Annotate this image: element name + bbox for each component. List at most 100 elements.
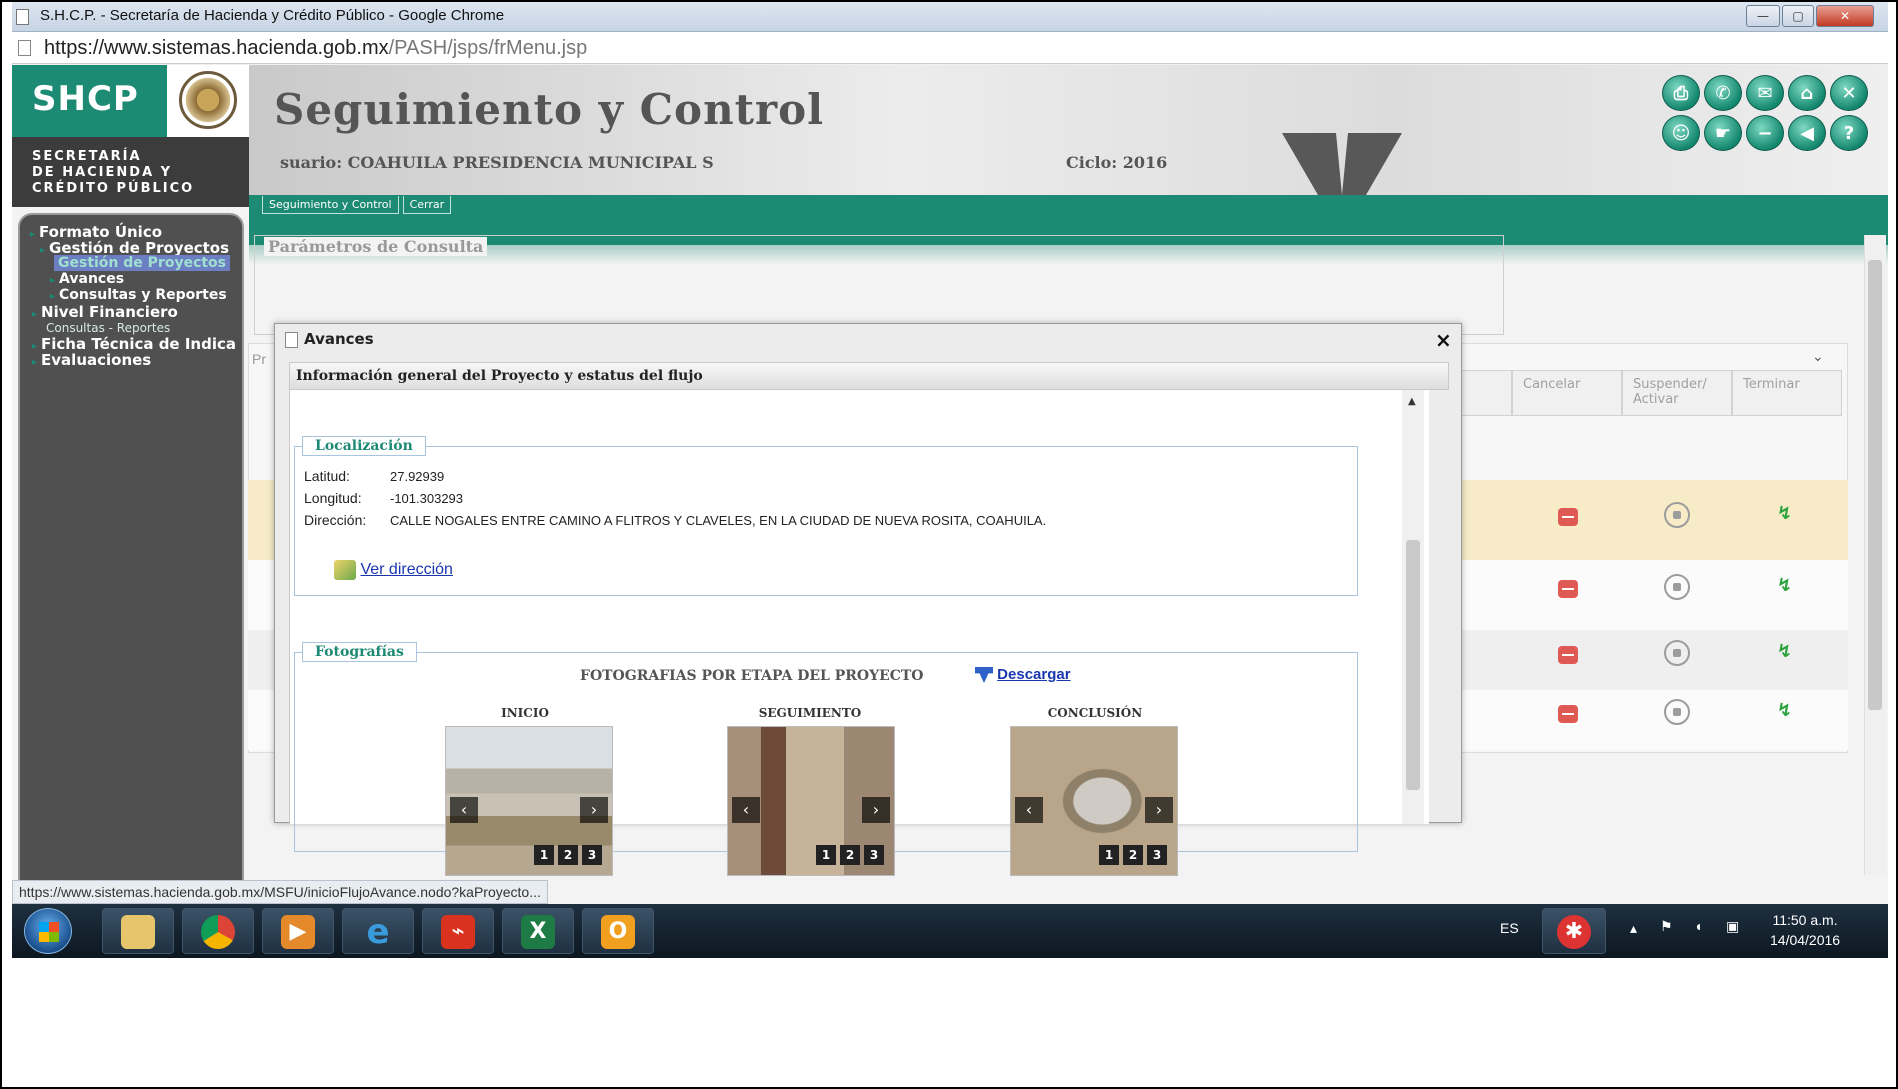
col-header-suspender: Suspender/ Activar xyxy=(1622,370,1732,416)
photo-page-button[interactable]: 1 xyxy=(816,845,836,865)
col-header-text: Suspender/ Activar xyxy=(1633,377,1707,407)
help-icon[interactable]: ? xyxy=(1830,115,1868,151)
photo-seguimiento[interactable]: ‹ › 123 xyxy=(727,726,895,876)
folder-icon xyxy=(121,915,155,949)
photo-prev-button[interactable]: ‹ xyxy=(450,797,478,823)
cancel-icon[interactable] xyxy=(1558,646,1578,664)
scrollbar-thumb[interactable] xyxy=(1868,260,1882,710)
address-bar[interactable]: https://www.sistemas.hacienda.gob.mx/PAS… xyxy=(12,32,1888,64)
tray-arrow-icon[interactable]: ▴ xyxy=(1630,920,1637,937)
bullet-icon: ▸ xyxy=(32,357,38,368)
user-icon[interactable]: ☺ xyxy=(1662,115,1700,151)
photo-next-button[interactable]: › xyxy=(580,797,608,823)
photo-page-button[interactable]: 1 xyxy=(1099,845,1119,865)
network-icon[interactable]: ▣ xyxy=(1726,918,1739,935)
home-icon[interactable]: ⌂ xyxy=(1788,75,1826,111)
bullet-icon: ▸ xyxy=(40,245,46,256)
bullet-icon: ▸ xyxy=(50,291,56,302)
avances-modal: Avances × Información general del Proyec… xyxy=(274,323,1462,876)
phone-icon[interactable]: ✆ xyxy=(1704,75,1742,111)
photo-prev-button[interactable]: ‹ xyxy=(732,797,760,823)
modal-scrollbar[interactable]: ▲ xyxy=(1402,390,1424,824)
close-window-button[interactable]: ✕ xyxy=(1816,5,1874,27)
suspend-icon[interactable] xyxy=(1664,502,1690,528)
sidebar-item-evaluaciones[interactable]: ▸ Evaluaciones xyxy=(32,351,151,369)
volume-icon[interactable]: ◖ xyxy=(1694,918,1702,934)
finish-icon[interactable]: ↯ xyxy=(1777,700,1797,721)
sidebar-item-label: Consultas - Reportes xyxy=(46,321,171,335)
taskbar-chrome[interactable] xyxy=(182,908,254,954)
pointer-icon[interactable]: ☛ xyxy=(1704,115,1742,151)
taskbar-explorer[interactable] xyxy=(102,908,174,954)
suspend-icon[interactable] xyxy=(1664,699,1690,725)
scroll-up-icon[interactable]: ▲ xyxy=(1408,396,1416,407)
language-indicator[interactable]: ES xyxy=(1500,920,1519,936)
tab-cerrar[interactable]: Cerrar xyxy=(402,196,452,214)
view-address-link[interactable]: Ver dirección xyxy=(360,561,453,578)
photo-page-button[interactable]: 2 xyxy=(558,845,578,865)
cancel-icon[interactable] xyxy=(1558,508,1578,526)
suspend-icon[interactable] xyxy=(1664,640,1690,666)
params-legend: Parámetros de Consulta xyxy=(264,237,488,256)
back-icon[interactable]: ◀ xyxy=(1788,115,1826,151)
sidebar-item-nivel-financiero[interactable]: ▸ Nivel Financiero xyxy=(32,303,178,321)
outlook-icon: O xyxy=(601,915,635,949)
restore-button[interactable]: ▢ xyxy=(1782,5,1814,27)
minus-icon[interactable]: − xyxy=(1746,115,1784,151)
finish-icon[interactable]: ↯ xyxy=(1777,575,1797,596)
clock[interactable]: 11:50 a.m. 14/04/2016 xyxy=(1770,910,1840,950)
taskbar-excel[interactable]: X xyxy=(502,908,574,954)
toolbar-icons: ⎙ ✆ ✉ ⌂ ✕ ☺ ☛ − ◀ ? xyxy=(1662,75,1868,155)
bullet-icon: ▸ xyxy=(30,229,36,240)
photos-legend: Fotografías xyxy=(302,642,417,662)
sidebar-item-consultas[interactable]: ▸ Consultas y Reportes xyxy=(50,287,227,303)
stage-label-conclusion: CONCLUSIÓN xyxy=(1047,706,1143,720)
sidebar-item-consultas-reportes[interactable]: Consultas - Reportes xyxy=(46,321,170,335)
url-text[interactable]: https://www.sistemas.hacienda.gob.mx/PAS… xyxy=(44,37,587,60)
cycle-label: Ciclo: 2016 xyxy=(1066,153,1168,172)
print-icon[interactable]: ⎙ xyxy=(1662,75,1700,111)
photo-prev-button[interactable]: ‹ xyxy=(1015,797,1043,823)
seal-emblem-icon xyxy=(179,71,237,129)
tab-seguimiento[interactable]: Seguimiento y Control xyxy=(262,196,399,214)
photo-page-button[interactable]: 3 xyxy=(1147,845,1167,865)
modal-scrollbar-thumb[interactable] xyxy=(1406,540,1420,790)
photo-page-button[interactable]: 2 xyxy=(840,845,860,865)
page-scrollbar[interactable] xyxy=(1864,235,1886,875)
suspend-icon[interactable] xyxy=(1664,574,1690,600)
finish-icon[interactable]: ↯ xyxy=(1777,641,1797,662)
minimize-button[interactable]: — xyxy=(1746,5,1780,27)
panel-prefix: Pr xyxy=(252,351,266,367)
chevron-down-icon[interactable]: ⌄ xyxy=(1812,349,1824,365)
taskbar-acrobat[interactable]: ⌁ xyxy=(422,908,494,954)
close-icon[interactable]: ✕ xyxy=(1830,75,1868,111)
header-tabs: Seguimiento y Control Cerrar xyxy=(262,193,455,214)
start-button[interactable] xyxy=(24,908,72,954)
photo-inicio[interactable]: ‹ › 123 xyxy=(445,726,613,876)
photo-next-button[interactable]: › xyxy=(862,797,890,823)
photo-page-button[interactable]: 1 xyxy=(534,845,554,865)
finish-icon[interactable]: ↯ xyxy=(1777,503,1797,524)
sidebar-item-avances[interactable]: ▸ Avances xyxy=(50,271,124,287)
modal-close-button[interactable]: × xyxy=(1435,328,1452,352)
latitude-row: Latitud: 27.92939 xyxy=(304,468,444,484)
flag-icon[interactable]: ⚑ xyxy=(1660,918,1673,935)
mail-icon[interactable]: ✉ xyxy=(1746,75,1784,111)
photo-next-button[interactable]: › xyxy=(1145,797,1173,823)
cancel-icon[interactable] xyxy=(1558,580,1578,598)
window-title: S.H.C.P. - Secretaría de Hacienda y Créd… xyxy=(40,7,505,24)
photo-conclusion[interactable]: ‹ › 123 xyxy=(1010,726,1178,876)
org-line: DE HACIENDA Y xyxy=(32,165,173,180)
sidebar-item-gestion-selected[interactable]: Gestión de Proyectos xyxy=(54,255,231,271)
taskbar-outlook[interactable]: O xyxy=(582,908,654,954)
taskbar-ie[interactable]: e xyxy=(342,908,414,954)
taskbar-tray-app[interactable]: ✱ xyxy=(1542,908,1606,954)
photo-page-button[interactable]: 3 xyxy=(582,845,602,865)
media-player-icon: ▶ xyxy=(281,915,315,949)
taskbar-media[interactable]: ▶ xyxy=(262,908,334,954)
photo-page-button[interactable]: 3 xyxy=(864,845,884,865)
photo-page-button[interactable]: 2 xyxy=(1123,845,1143,865)
download-link[interactable]: Descargar xyxy=(997,666,1070,683)
cancel-icon[interactable] xyxy=(1558,705,1578,723)
taskbar: ▶ e ⌁ X O ES ✱ ▴ ⚑ ◖ ▣ 11:50 a.m. 14/04/… xyxy=(12,904,1888,958)
